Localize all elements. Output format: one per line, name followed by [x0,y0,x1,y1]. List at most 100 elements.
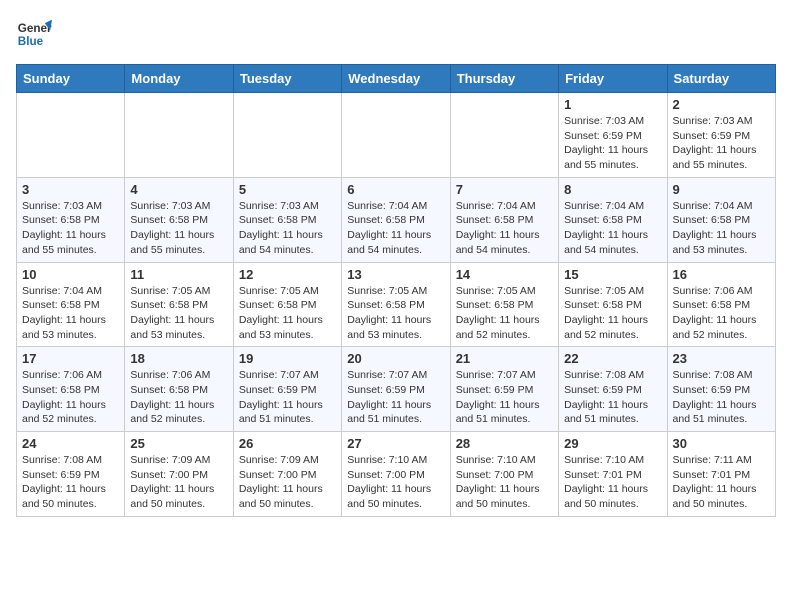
day-info: Sunrise: 7:10 AMSunset: 7:00 PMDaylight:… [347,453,444,512]
calendar-day-cell: 1 Sunrise: 7:03 AMSunset: 6:59 PMDaylight… [559,93,667,178]
day-number: 20 [347,351,444,366]
day-number: 28 [456,436,553,451]
day-info: Sunrise: 7:03 AMSunset: 6:58 PMDaylight:… [130,199,227,258]
day-of-week-header: Monday [125,65,233,93]
day-number: 29 [564,436,661,451]
day-of-week-header: Thursday [450,65,558,93]
calendar-day-cell [125,93,233,178]
day-number: 24 [22,436,119,451]
day-info: Sunrise: 7:09 AMSunset: 7:00 PMDaylight:… [239,453,336,512]
calendar-day-cell: 28 Sunrise: 7:10 AMSunset: 7:00 PMDayligh… [450,432,558,517]
day-info: Sunrise: 7:04 AMSunset: 6:58 PMDaylight:… [22,284,119,343]
day-number: 6 [347,182,444,197]
day-info: Sunrise: 7:08 AMSunset: 6:59 PMDaylight:… [673,368,770,427]
day-number: 7 [456,182,553,197]
day-of-week-header: Tuesday [233,65,341,93]
calendar-day-cell: 5 Sunrise: 7:03 AMSunset: 6:58 PMDaylight… [233,177,341,262]
calendar-day-cell [233,93,341,178]
calendar-day-cell: 6 Sunrise: 7:04 AMSunset: 6:58 PMDaylight… [342,177,450,262]
day-info: Sunrise: 7:03 AMSunset: 6:58 PMDaylight:… [22,199,119,258]
day-number: 5 [239,182,336,197]
day-info: Sunrise: 7:06 AMSunset: 6:58 PMDaylight:… [673,284,770,343]
calendar-day-cell: 17Sunrise: 7:06 AMSunset: 6:58 PMDayligh… [17,347,125,432]
calendar-day-cell: 21 Sunrise: 7:07 AMSunset: 6:59 PMDayligh… [450,347,558,432]
day-number: 25 [130,436,227,451]
calendar-day-cell: 20 Sunrise: 7:07 AMSunset: 6:59 PMDayligh… [342,347,450,432]
calendar-day-cell: 16 Sunrise: 7:06 AMSunset: 6:58 PMDayligh… [667,262,775,347]
day-number: 27 [347,436,444,451]
day-number: 23 [673,351,770,366]
day-number: 26 [239,436,336,451]
calendar-day-cell: 9 Sunrise: 7:04 AMSunset: 6:58 PMDaylight… [667,177,775,262]
day-info: Sunrise: 7:07 AMSunset: 6:59 PMDaylight:… [347,368,444,427]
day-number: 3 [22,182,119,197]
day-info: Sunrise: 7:05 AMSunset: 6:58 PMDaylight:… [130,284,227,343]
day-number: 10 [22,267,119,282]
day-info: Sunrise: 7:06 AMSunset: 6:58 PMDaylight:… [130,368,227,427]
day-info: Sunrise: 7:09 AMSunset: 7:00 PMDaylight:… [130,453,227,512]
calendar-day-cell: 27 Sunrise: 7:10 AMSunset: 7:00 PMDayligh… [342,432,450,517]
day-info: Sunrise: 7:04 AMSunset: 6:58 PMDaylight:… [456,199,553,258]
day-number: 4 [130,182,227,197]
calendar-header-row: SundayMondayTuesdayWednesdayThursdayFrid… [17,65,776,93]
day-number: 1 [564,97,661,112]
day-number: 14 [456,267,553,282]
day-info: Sunrise: 7:04 AMSunset: 6:58 PMDaylight:… [673,199,770,258]
day-info: Sunrise: 7:05 AMSunset: 6:58 PMDaylight:… [347,284,444,343]
day-number: 17 [22,351,119,366]
calendar-day-cell [17,93,125,178]
day-number: 12 [239,267,336,282]
calendar-day-cell [450,93,558,178]
calendar-day-cell: 29 Sunrise: 7:10 AMSunset: 7:01 PMDayligh… [559,432,667,517]
calendar-week-row: 3 Sunrise: 7:03 AMSunset: 6:58 PMDaylight… [17,177,776,262]
day-info: Sunrise: 7:07 AMSunset: 6:59 PMDaylight:… [456,368,553,427]
day-of-week-header: Friday [559,65,667,93]
calendar-week-row: 24 Sunrise: 7:08 AMSunset: 6:59 PMDayligh… [17,432,776,517]
calendar-day-cell: 22 Sunrise: 7:08 AMSunset: 6:59 PMDayligh… [559,347,667,432]
calendar-table: SundayMondayTuesdayWednesdayThursdayFrid… [16,64,776,517]
calendar-day-cell: 4 Sunrise: 7:03 AMSunset: 6:58 PMDaylight… [125,177,233,262]
calendar-day-cell: 14 Sunrise: 7:05 AMSunset: 6:58 PMDayligh… [450,262,558,347]
calendar-day-cell: 3 Sunrise: 7:03 AMSunset: 6:58 PMDaylight… [17,177,125,262]
day-info: Sunrise: 7:03 AMSunset: 6:58 PMDaylight:… [239,199,336,258]
day-number: 16 [673,267,770,282]
day-info: Sunrise: 7:08 AMSunset: 6:59 PMDaylight:… [564,368,661,427]
day-number: 13 [347,267,444,282]
day-info: Sunrise: 7:11 AMSunset: 7:01 PMDaylight:… [673,453,770,512]
calendar-day-cell: 2Sunrise: 7:03 AMSunset: 6:59 PMDaylight… [667,93,775,178]
day-number: 21 [456,351,553,366]
calendar-day-cell: 24 Sunrise: 7:08 AMSunset: 6:59 PMDayligh… [17,432,125,517]
day-number: 11 [130,267,227,282]
day-number: 30 [673,436,770,451]
day-number: 2 [673,97,770,112]
day-info: Sunrise: 7:05 AMSunset: 6:58 PMDaylight:… [564,284,661,343]
calendar-day-cell: 13 Sunrise: 7:05 AMSunset: 6:58 PMDayligh… [342,262,450,347]
calendar-day-cell: 8 Sunrise: 7:04 AMSunset: 6:58 PMDaylight… [559,177,667,262]
day-of-week-header: Wednesday [342,65,450,93]
calendar-day-cell: 15 Sunrise: 7:05 AMSunset: 6:58 PMDayligh… [559,262,667,347]
calendar-day-cell: 12 Sunrise: 7:05 AMSunset: 6:58 PMDayligh… [233,262,341,347]
calendar-day-cell: 19Sunrise: 7:07 AMSunset: 6:59 PMDayligh… [233,347,341,432]
day-info: Sunrise: 7:08 AMSunset: 6:59 PMDaylight:… [22,453,119,512]
page-header: General Blue [16,16,776,52]
day-info: Sunrise: 7:10 AMSunset: 7:00 PMDaylight:… [456,453,553,512]
day-number: 8 [564,182,661,197]
day-of-week-header: Sunday [17,65,125,93]
calendar-day-cell: 30 Sunrise: 7:11 AMSunset: 7:01 PMDayligh… [667,432,775,517]
day-info: Sunrise: 7:05 AMSunset: 6:58 PMDaylight:… [239,284,336,343]
calendar-day-cell: 11 Sunrise: 7:05 AMSunset: 6:58 PMDayligh… [125,262,233,347]
day-number: 19 [239,351,336,366]
day-info: Sunrise: 7:04 AMSunset: 6:58 PMDaylight:… [347,199,444,258]
day-info: Sunrise: 7:03 AMSunset: 6:59 PMDaylight:… [564,114,661,173]
calendar-week-row: 17 Sunrise: 7:06 AMSunset: 6:58 PMDayligh… [17,347,776,432]
day-of-week-header: Saturday [667,65,775,93]
day-info: Sunrise: 7:10 AMSunset: 7:01 PMDaylight:… [564,453,661,512]
day-info: Sunrise: 7:04 AMSunset: 6:58 PMDaylight:… [564,199,661,258]
calendar-day-cell [342,93,450,178]
day-number: 22 [564,351,661,366]
day-info: Sunrise: 7:05 AMSunset: 6:58 PMDaylight:… [456,284,553,343]
day-number: 9 [673,182,770,197]
day-number: 15 [564,267,661,282]
calendar-day-cell: 23 Sunrise: 7:08 AMSunset: 6:59 PMDayligh… [667,347,775,432]
calendar-week-row: 1 Sunrise: 7:03 AMSunset: 6:59 PMDaylight… [17,93,776,178]
